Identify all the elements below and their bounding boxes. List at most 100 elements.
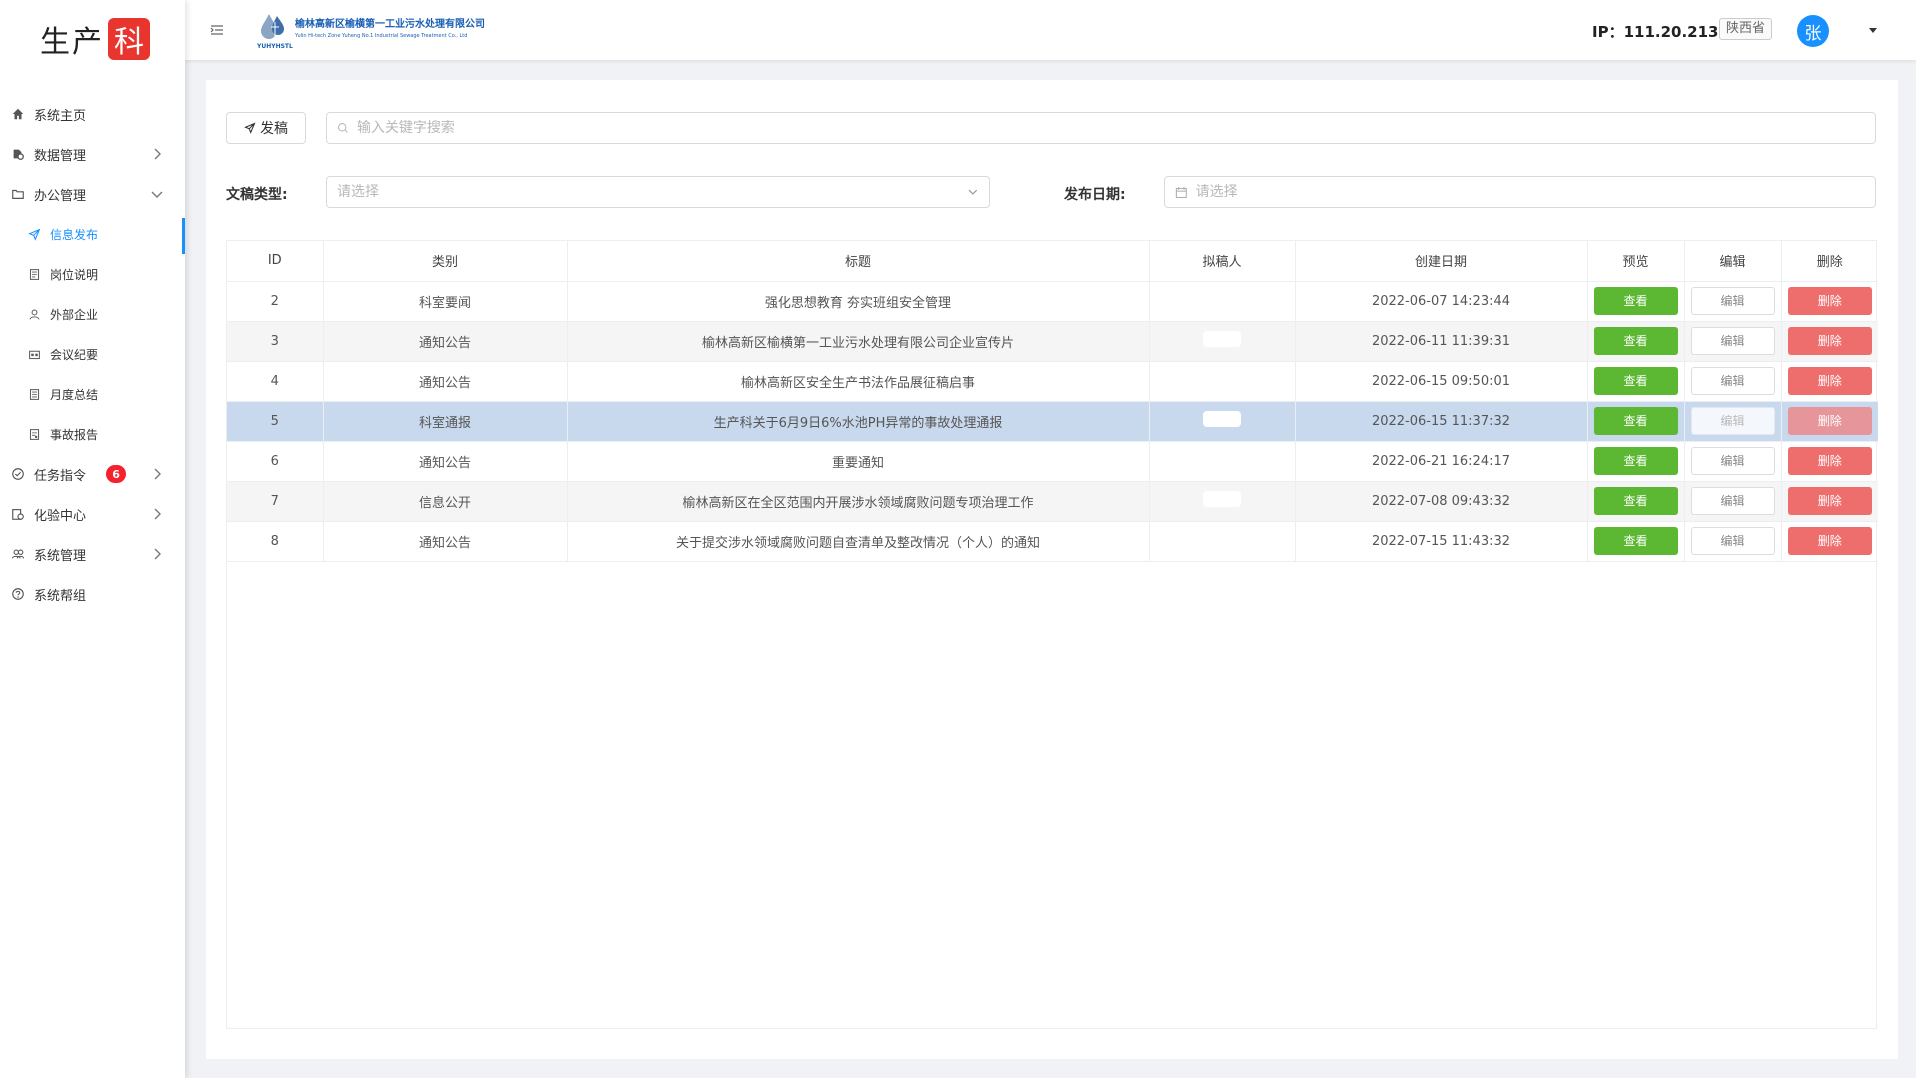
edit-button[interactable]: 编辑 xyxy=(1690,407,1775,435)
cell-category: 科室通报 xyxy=(323,401,568,442)
search-input[interactable] xyxy=(356,120,1875,136)
sidebar-item-label: 办公管理 xyxy=(34,188,87,204)
column-header-id[interactable]: ID xyxy=(227,241,324,282)
column-header-preview: 预览 xyxy=(1587,241,1685,282)
app-logo[interactable]: 生产 科 xyxy=(0,0,185,78)
edit-button[interactable]: 编辑 xyxy=(1690,487,1775,515)
lab-icon xyxy=(10,506,26,522)
edit-button[interactable]: 编辑 xyxy=(1690,327,1775,355)
sidebar-item-task-command[interactable]: 任务指令 6 xyxy=(0,454,185,494)
table-row[interactable]: 3 通知公告 榆林高新区榆横第一工业污水处理有限公司企业宣传片 2022-06-… xyxy=(227,321,1878,362)
delete-button[interactable]: 删除 xyxy=(1787,487,1872,515)
send-icon xyxy=(244,122,256,134)
sidebar-item-label: 数据管理 xyxy=(34,148,87,164)
view-button[interactable]: 查看 xyxy=(1593,527,1678,555)
view-button[interactable]: 查看 xyxy=(1593,447,1678,475)
column-header-delete: 删除 xyxy=(1781,241,1878,282)
chevron-right-icon xyxy=(154,508,161,520)
sidebar-item-job-description[interactable]: 岗位说明 xyxy=(0,254,185,294)
edit-button[interactable]: 编辑 xyxy=(1690,367,1775,395)
redacted-author xyxy=(1203,411,1241,427)
users-icon xyxy=(10,546,26,562)
task-count-badge: 6 xyxy=(106,465,127,483)
delete-button[interactable]: 删除 xyxy=(1787,447,1872,475)
cell-id: 3 xyxy=(227,321,324,362)
cell-id: 5 xyxy=(227,401,324,442)
doc-type-select[interactable] xyxy=(326,176,990,208)
articles-table: ID 类别 标题 拟稿人 创建日期 预览 编辑 删除 2 科室要闻 强化思想教育… xyxy=(226,240,1878,1029)
cell-title: 强化思想教育 夯实班组安全管理 xyxy=(567,281,1150,322)
sidebar-item-label: 系统帮组 xyxy=(34,588,87,604)
cell-created: 2022-06-15 11:37:32 xyxy=(1295,401,1588,442)
menu-fold-icon[interactable] xyxy=(209,22,225,38)
edit-button[interactable]: 编辑 xyxy=(1690,447,1775,475)
delete-button[interactable]: 删除 xyxy=(1787,407,1872,435)
sidebar-item-label: 任务指令 xyxy=(34,468,87,484)
sidebar-item-label: 会议纪要 xyxy=(50,347,99,362)
chevron-down-icon xyxy=(151,191,163,198)
company-drop-icon xyxy=(261,14,284,39)
sidebar-item-label: 信息发布 xyxy=(50,227,99,242)
sidebar-item-label: 事故报告 xyxy=(50,427,99,442)
cell-created: 2022-07-08 09:43:32 xyxy=(1295,481,1588,522)
home-icon xyxy=(10,106,26,122)
edit-button[interactable]: 编辑 xyxy=(1690,287,1775,315)
compose-button[interactable]: 发稿 xyxy=(226,112,306,144)
chevron-right-icon xyxy=(154,548,161,560)
chevron-right-icon xyxy=(154,148,161,160)
delete-button[interactable]: 删除 xyxy=(1787,367,1872,395)
delete-button[interactable]: 删除 xyxy=(1787,327,1872,355)
table-row[interactable]: 2 科室要闻 强化思想教育 夯实班组安全管理 2022-06-07 14:23:… xyxy=(227,281,1878,322)
sidebar-item-external-enterprise[interactable]: 外部企业 xyxy=(0,294,185,334)
sidebar-item-meeting-minutes[interactable]: 会议纪要 xyxy=(0,334,185,374)
sidebar-item-data[interactable]: 数据管理 xyxy=(0,134,185,174)
sidebar-item-system-management[interactable]: 系统管理 xyxy=(0,534,185,574)
company-abbreviation: YUHYHSTL xyxy=(257,43,293,50)
sidebar-item-info-publish[interactable]: 信息发布 xyxy=(0,214,185,254)
table-row[interactable]: 7 信息公开 榆林高新区在全区范围内开展涉水领域腐败问题专项治理工作 2022-… xyxy=(227,481,1878,522)
table-row[interactable]: 4 通知公告 榆林高新区安全生产书法作品展征稿启事 2022-06-15 09:… xyxy=(227,361,1878,402)
logo-badge: 科 xyxy=(108,18,150,60)
table-row[interactable]: 5 科室通报 生产科关于6月9日6%水池PH异常的事故处理通报 2022-06-… xyxy=(227,401,1878,442)
sidebar-item-home[interactable]: 系统主页 xyxy=(0,94,185,134)
sidebar-item-label: 岗位说明 xyxy=(50,267,99,282)
check-circle-icon xyxy=(10,466,26,482)
table-row[interactable]: 8 通知公告 关于提交涉水领域腐败问题自查清单及整改情况（个人）的通知 2022… xyxy=(227,521,1878,562)
help-icon xyxy=(10,586,26,602)
delete-button[interactable]: 删除 xyxy=(1787,287,1872,315)
company-logo: 榆林高新区榆横第一工业污水处理有限公司 Yulin Hi-tech Zone Y… xyxy=(257,10,485,50)
column-header-title[interactable]: 标题 xyxy=(567,241,1150,282)
publish-date-picker[interactable] xyxy=(1164,176,1876,208)
caret-down-icon[interactable] xyxy=(1867,24,1879,36)
sidebar-item-monthly-summary[interactable]: 月度总结 xyxy=(0,374,185,414)
cell-author xyxy=(1149,481,1296,522)
cell-category: 通知公告 xyxy=(323,321,568,362)
edit-button[interactable]: 编辑 xyxy=(1690,527,1775,555)
cell-created: 2022-06-21 16:24:17 xyxy=(1295,441,1588,482)
view-button[interactable]: 查看 xyxy=(1593,367,1678,395)
company-english-name: Yulin Hi-tech Zone Yuheng No.1 Industria… xyxy=(295,33,468,39)
cell-author xyxy=(1149,401,1296,442)
doc-type-input[interactable] xyxy=(337,184,962,200)
meeting-icon xyxy=(26,346,42,362)
cell-created: 2022-06-11 11:39:31 xyxy=(1295,321,1588,362)
publish-date-input[interactable] xyxy=(1195,184,1865,200)
sidebar-item-label: 系统主页 xyxy=(34,108,87,124)
view-button[interactable]: 查看 xyxy=(1593,487,1678,515)
cell-created: 2022-06-07 14:23:44 xyxy=(1295,281,1588,322)
view-button[interactable]: 查看 xyxy=(1593,407,1678,435)
sidebar-item-lab-center[interactable]: 化验中心 xyxy=(0,494,185,534)
user-avatar[interactable]: 张 xyxy=(1797,15,1829,47)
column-header-category[interactable]: 类别 xyxy=(323,241,568,282)
sidebar-item-system-help[interactable]: 系统帮组 xyxy=(0,574,185,614)
view-button[interactable]: 查看 xyxy=(1593,327,1678,355)
sidebar-item-office[interactable]: 办公管理 xyxy=(0,174,185,214)
chevron-down-icon xyxy=(968,189,978,195)
delete-button[interactable]: 删除 xyxy=(1787,527,1872,555)
cell-id: 8 xyxy=(227,521,324,562)
sidebar-item-accident-report[interactable]: 事故报告 xyxy=(0,414,185,454)
view-button[interactable]: 查看 xyxy=(1593,287,1678,315)
column-header-author[interactable]: 拟稿人 xyxy=(1149,241,1296,282)
table-row[interactable]: 6 通知公告 重要通知 2022-06-21 16:24:17 查看 编辑 删除 xyxy=(227,441,1878,482)
column-header-created[interactable]: 创建日期 xyxy=(1295,241,1588,282)
